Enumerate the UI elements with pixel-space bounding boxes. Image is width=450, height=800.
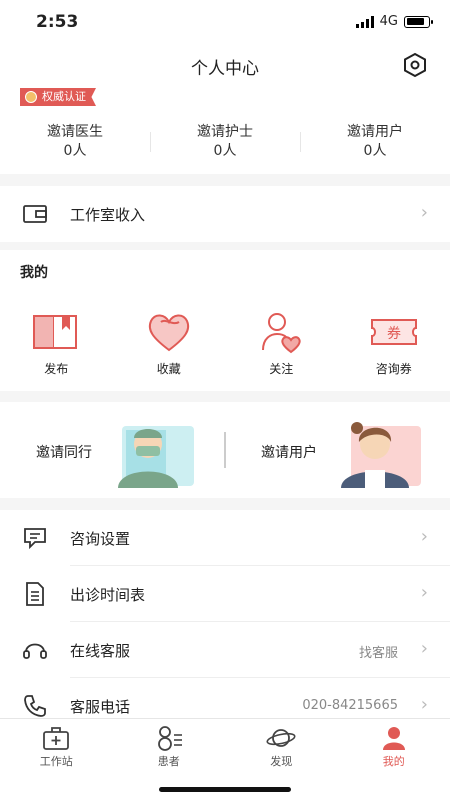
mine-section: 我的 发布 收藏 关注 券 咨询券 — [0, 250, 450, 391]
home-indicator — [159, 787, 291, 792]
row-label: 在线客服 — [70, 642, 131, 660]
chevron-right-icon: › — [420, 582, 428, 603]
page-title: 个人中心 — [191, 59, 259, 79]
chevron-right-icon: › — [420, 202, 428, 223]
status-time: 2:53 — [36, 12, 79, 32]
status-indicators: 4G — [355, 14, 433, 29]
tab-label: 发现 — [270, 755, 293, 768]
person-icon — [382, 727, 405, 750]
coupon-label: 咨询券 — [375, 362, 412, 376]
battery-icon — [404, 15, 433, 28]
favorites-label: 收藏 — [156, 362, 181, 376]
stat-value: 0人 — [363, 143, 387, 159]
chat-icon — [24, 528, 46, 550]
section-title: 我的 — [20, 265, 48, 281]
tab-bar: 工作站 患者 发现 我的 — [0, 718, 450, 800]
coupon-glyph: 券 — [387, 326, 401, 342]
studio-income-row[interactable]: 工作室收入 › — [0, 186, 450, 242]
tab-discover[interactable]: 发现 — [225, 719, 338, 775]
tab-label: 患者 — [157, 755, 180, 768]
settings-icon — [404, 52, 426, 78]
tab-label: 我的 — [382, 755, 405, 768]
stat-invite-users[interactable]: 邀请用户 0人 — [300, 122, 450, 160]
publish-button[interactable]: 发布 — [0, 310, 113, 377]
user-illustration — [341, 422, 421, 488]
invite-peer-button[interactable]: 邀请同行 — [0, 402, 225, 498]
doctor-illustration — [118, 426, 194, 488]
chevron-right-icon: › — [420, 638, 428, 659]
row-extra: 020-84215665 — [302, 698, 398, 713]
heart-icon — [148, 314, 189, 352]
studio-income-label: 工作室收入 — [70, 206, 146, 224]
row-label: 客服电话 — [70, 698, 131, 716]
stat-value: 0人 — [63, 143, 87, 159]
tab-mine[interactable]: 我的 — [338, 719, 450, 775]
mine-grid: 发布 收藏 关注 券 咨询券 — [0, 310, 450, 377]
auth-badge: 权威认证 — [20, 88, 96, 106]
stat-label: 邀请用户 — [347, 124, 403, 140]
schedule-row[interactable]: 出诊时间表 › — [0, 566, 450, 622]
invite-peer-label: 邀请同行 — [36, 445, 92, 461]
phone-icon — [24, 695, 46, 717]
document-icon — [26, 582, 44, 606]
status-bar: 2:53 4G — [0, 0, 450, 44]
invite-stats: 邀请医生 0人 邀请护士 0人 邀请用户 0人 — [0, 122, 450, 160]
row-label: 咨询设置 — [70, 530, 131, 548]
stat-label: 邀请医生 — [47, 124, 103, 140]
invite-banner: 邀请同行 邀请用户 — [0, 402, 450, 498]
tab-workstation[interactable]: 工作站 — [0, 719, 113, 775]
row-extra: 找客服 — [358, 646, 398, 661]
coupon-button[interactable]: 券 咨询券 — [338, 310, 450, 377]
settings-button[interactable] — [402, 52, 428, 78]
publish-label: 发布 — [44, 362, 69, 376]
headset-icon — [23, 643, 47, 659]
follow-label: 关注 — [269, 362, 294, 376]
coupon-icon: 券 — [370, 319, 417, 345]
chevron-right-icon: › — [420, 526, 428, 547]
patients-icon — [157, 726, 182, 751]
invite-user-label: 邀请用户 — [261, 445, 317, 461]
stat-invite-doctors[interactable]: 邀请医生 0人 — [0, 122, 150, 160]
profile-header: 个人中心 权威认证 邀请医生 0人 邀请护士 0人 邀请用户 0人 — [0, 44, 450, 174]
signal-icon — [355, 15, 374, 28]
stat-label: 邀请护士 — [197, 124, 253, 140]
wallet-icon — [23, 205, 47, 223]
invite-user-button[interactable]: 邀请用户 — [225, 402, 450, 498]
row-label: 出诊时间表 — [70, 586, 146, 604]
service-phone-row[interactable]: 客服电话 020-84215665 › — [0, 678, 450, 718]
tab-patients[interactable]: 患者 — [113, 719, 226, 775]
workstation-icon — [43, 727, 70, 750]
book-icon — [33, 315, 78, 349]
auth-badge-label: 权威认证 — [42, 90, 86, 103]
stat-value: 0人 — [213, 143, 237, 159]
consult-settings-row[interactable]: 咨询设置 › — [0, 510, 450, 566]
settings-list: 咨询设置 › 出诊时间表 › 在线客服 找客服 › 客服电话 020-84215… — [0, 510, 450, 718]
follow-button[interactable]: 关注 — [225, 310, 338, 377]
follow-icon — [262, 313, 301, 354]
tab-label: 工作站 — [39, 755, 73, 768]
stat-invite-nurses[interactable]: 邀请护士 0人 — [150, 122, 300, 160]
online-service-row[interactable]: 在线客服 找客服 › — [0, 622, 450, 678]
chevron-right-icon: › — [420, 694, 428, 715]
medal-icon — [25, 91, 37, 103]
favorites-button[interactable]: 收藏 — [113, 310, 226, 377]
planet-icon — [266, 729, 296, 747]
network-label: 4G — [379, 14, 398, 29]
